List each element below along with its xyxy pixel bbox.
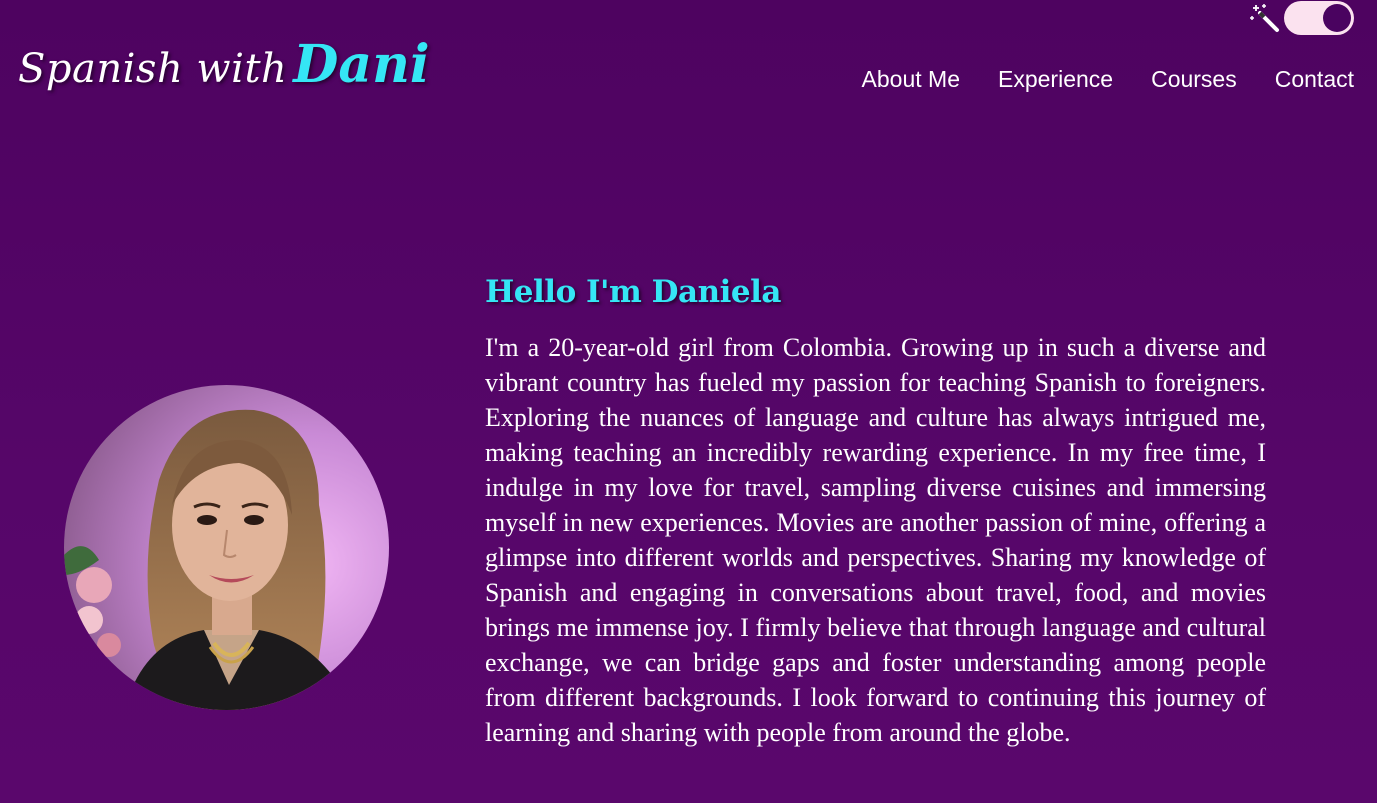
- toggle-knob: [1323, 4, 1351, 32]
- logo-prefix: Spanish with: [18, 46, 288, 92]
- profile-photo-illustration: [64, 385, 389, 710]
- logo-name: Dani: [293, 34, 430, 95]
- nav-about-me[interactable]: About Me: [862, 66, 960, 93]
- about-section: Hello I'm Daniela I'm a 20-year-old girl…: [485, 274, 1266, 750]
- site-logo[interactable]: Spanish with Dani: [18, 34, 430, 95]
- about-heading: Hello I'm Daniela: [485, 274, 782, 310]
- profile-photo: [64, 385, 389, 710]
- magic-wand-icon: [1250, 4, 1279, 32]
- main-nav: About Me Experience Courses Contact: [862, 66, 1354, 93]
- theme-toggle-group: [1250, 0, 1354, 36]
- nav-experience[interactable]: Experience: [998, 66, 1113, 93]
- about-body: I'm a 20-year-old girl from Colombia. Gr…: [485, 333, 1266, 747]
- nav-courses[interactable]: Courses: [1151, 66, 1237, 93]
- nav-contact[interactable]: Contact: [1275, 66, 1354, 93]
- theme-toggle-switch[interactable]: [1284, 1, 1354, 35]
